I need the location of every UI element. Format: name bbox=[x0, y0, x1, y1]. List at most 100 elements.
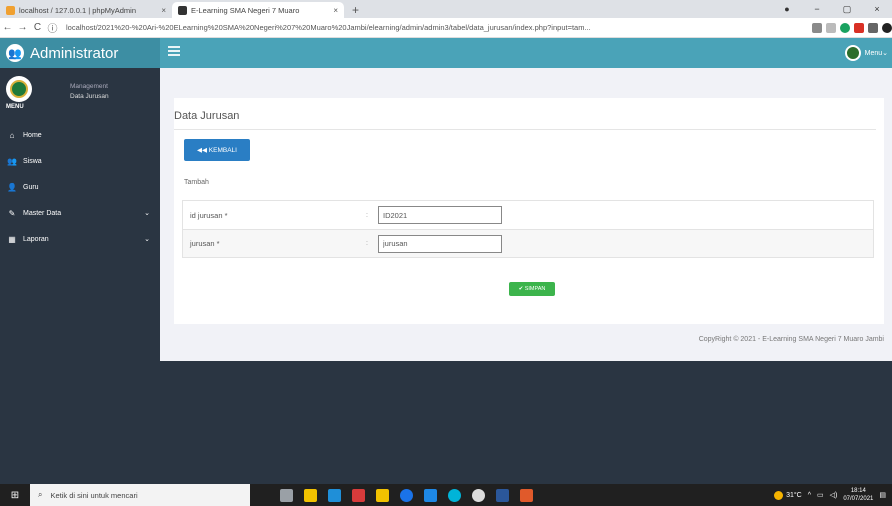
sidebar-item-label: Home bbox=[23, 131, 42, 139]
tab-label: localhost / 127.0.0.1 | phpMyAdmin bbox=[19, 5, 137, 15]
profile-icon[interactable]: ● bbox=[772, 4, 802, 14]
app-icon[interactable] bbox=[424, 488, 437, 502]
reload-icon[interactable]: C bbox=[30, 22, 45, 33]
browser-tabbar: localhost / 127.0.0.1 | phpMyAdmin × E-L… bbox=[0, 0, 892, 18]
chevron-up-icon[interactable]: ^ bbox=[808, 492, 811, 499]
form-table: id jurusan * : jurusan * : bbox=[182, 200, 874, 258]
calendar-icon: ▦ bbox=[8, 234, 16, 244]
school-logo-icon bbox=[6, 76, 32, 102]
tab-elearning[interactable]: E-Learning SMA Negeri 7 Muaro × bbox=[172, 2, 344, 18]
sidebar-item-siswa[interactable]: 👥 Siswa bbox=[0, 148, 160, 174]
close-window-button[interactable]: × bbox=[862, 4, 892, 14]
chevron-down-icon: ⌄ bbox=[144, 210, 150, 217]
extension-icon[interactable] bbox=[854, 22, 864, 33]
task-view-icon[interactable] bbox=[280, 488, 293, 502]
puzzle-icon[interactable] bbox=[868, 22, 878, 33]
jurusan-label: jurusan * bbox=[190, 239, 220, 248]
taskbar-search[interactable]: ⌕ Ketik di sini untuk mencari bbox=[30, 484, 250, 506]
site-info-icon[interactable]: ⓘ bbox=[45, 20, 60, 35]
home-icon: ⌂ bbox=[9, 130, 15, 140]
brand[interactable]: 👥 Administrator bbox=[0, 38, 160, 68]
clock[interactable]: 18:14 07/07/2021 bbox=[843, 487, 873, 503]
profile-info: Management Data Jurusan bbox=[70, 82, 109, 114]
taskbar-apps bbox=[280, 488, 533, 502]
clock-time: 18:14 bbox=[850, 488, 866, 494]
forward-arrow-icon[interactable]: → bbox=[15, 22, 30, 33]
file-explorer-icon[interactable] bbox=[304, 488, 317, 502]
user-icon: 👤 bbox=[7, 182, 17, 192]
address-bar: ← → C ⓘ localhost/2021%20-%20Ari-%20ELea… bbox=[0, 18, 892, 38]
page-title: Data Jurusan bbox=[174, 110, 240, 122]
top-strip bbox=[160, 68, 317, 98]
users-icon: 👥 bbox=[7, 156, 17, 166]
colon: : bbox=[366, 240, 368, 247]
profile-role: Management bbox=[70, 83, 108, 90]
app-icon[interactable] bbox=[376, 488, 389, 502]
id-jurusan-label: id jurusan * bbox=[190, 210, 228, 220]
clock-date: 07/07/2021 bbox=[843, 496, 874, 502]
tab-phpmyadmin[interactable]: localhost / 127.0.0.1 | phpMyAdmin × bbox=[0, 2, 172, 18]
close-icon[interactable]: × bbox=[161, 6, 166, 15]
avatar bbox=[844, 45, 861, 61]
phpmyadmin-icon bbox=[6, 5, 15, 15]
id-jurusan-input[interactable] bbox=[378, 206, 502, 224]
user-menu-label: Menu bbox=[864, 49, 883, 57]
weather-temp: 31°C bbox=[786, 491, 802, 499]
star-icon[interactable] bbox=[826, 22, 836, 33]
system-tray: 31°C ^ ▭ ◁) 18:14 07/07/2021 ▤ bbox=[774, 487, 886, 503]
back-button[interactable]: ◀◀ KEMBALI bbox=[184, 139, 250, 161]
dark-footer-area bbox=[160, 361, 892, 484]
windows-start-icon[interactable]: ⊞ bbox=[6, 490, 24, 501]
form-row-jurusan: jurusan * : bbox=[182, 229, 874, 258]
minimize-button[interactable]: − bbox=[802, 4, 832, 14]
edit-icon: ✎ bbox=[8, 208, 16, 218]
extensions-area bbox=[812, 22, 892, 33]
form-row-id: id jurusan * : bbox=[182, 200, 874, 229]
chevron-down-icon: ⌄ bbox=[882, 50, 888, 57]
main-content: Data Jurusan ◀◀ KEMBALI Tambah id jurusa… bbox=[160, 68, 892, 484]
url-field[interactable]: localhost/2021%20-%20Ari-%20ELearning%20… bbox=[66, 23, 806, 32]
sun-icon bbox=[774, 490, 784, 500]
xampp-icon[interactable] bbox=[520, 488, 533, 502]
edge-icon[interactable] bbox=[448, 488, 461, 502]
avatar[interactable] bbox=[882, 22, 892, 33]
sidebar-item-label: Siswa bbox=[23, 157, 42, 165]
tab-label: E-Learning SMA Negeri 7 Muaro bbox=[191, 5, 300, 15]
search-icon: ⌕ bbox=[38, 490, 43, 499]
hamburger-icon[interactable] bbox=[168, 46, 180, 56]
search-placeholder: Ketik di sini untuk mencari bbox=[50, 490, 138, 500]
sidebar-item-laporan[interactable]: ▦ Laporan ⌄ bbox=[0, 226, 160, 252]
volume-icon[interactable]: ◁) bbox=[830, 491, 838, 499]
extension-icon[interactable] bbox=[840, 22, 850, 33]
weather-widget[interactable]: 31°C bbox=[774, 490, 802, 500]
brand-title: Administrator bbox=[30, 44, 119, 62]
sidebar-item-guru[interactable]: 👤 Guru bbox=[0, 174, 160, 200]
sidebar: Management Data Jurusan MENU ⌂ Home 👥 Si… bbox=[0, 68, 160, 484]
form-subtitle: Tambah bbox=[184, 179, 209, 186]
notification-icon[interactable]: ▤ bbox=[879, 491, 886, 499]
user-menu[interactable]: Menu ⌄ bbox=[844, 45, 888, 61]
content-area: Data Jurusan ◀◀ KEMBALI Tambah id jurusa… bbox=[160, 68, 892, 361]
windows-taskbar: ⊞ ⌕ Ketik di sini untuk mencari 31°C ^ ▭… bbox=[0, 484, 892, 506]
chrome-icon[interactable] bbox=[400, 488, 413, 502]
back-arrow-icon[interactable]: ← bbox=[0, 22, 15, 33]
translate-icon[interactable] bbox=[812, 22, 822, 33]
maximize-button[interactable]: ▢ bbox=[832, 4, 862, 15]
word-icon[interactable] bbox=[496, 488, 509, 502]
chevron-down-icon: ⌄ bbox=[144, 236, 150, 243]
close-icon[interactable]: × bbox=[333, 6, 338, 15]
network-icon[interactable]: ▭ bbox=[817, 491, 824, 499]
jurusan-input[interactable] bbox=[378, 234, 502, 253]
app-icon[interactable] bbox=[352, 488, 365, 502]
sidebar-item-label: Master Data bbox=[23, 209, 62, 217]
sidebar-item-label: Laporan bbox=[23, 235, 49, 243]
settings-icon[interactable] bbox=[472, 488, 485, 502]
sidebar-item-home[interactable]: ⌂ Home bbox=[0, 122, 160, 148]
sidebar-item-master-data[interactable]: ✎ Master Data ⌄ bbox=[0, 200, 160, 226]
new-tab-button[interactable]: + bbox=[344, 2, 367, 18]
app-header: 👥 Administrator Menu ⌄ bbox=[0, 38, 892, 68]
mail-icon[interactable] bbox=[328, 488, 341, 502]
profile-page: Data Jurusan bbox=[70, 93, 109, 100]
footer-copyright: CopyRight © 2021 - E-Learning SMA Negeri… bbox=[698, 336, 884, 343]
save-button[interactable]: ✔ SIMPAN bbox=[509, 282, 555, 296]
